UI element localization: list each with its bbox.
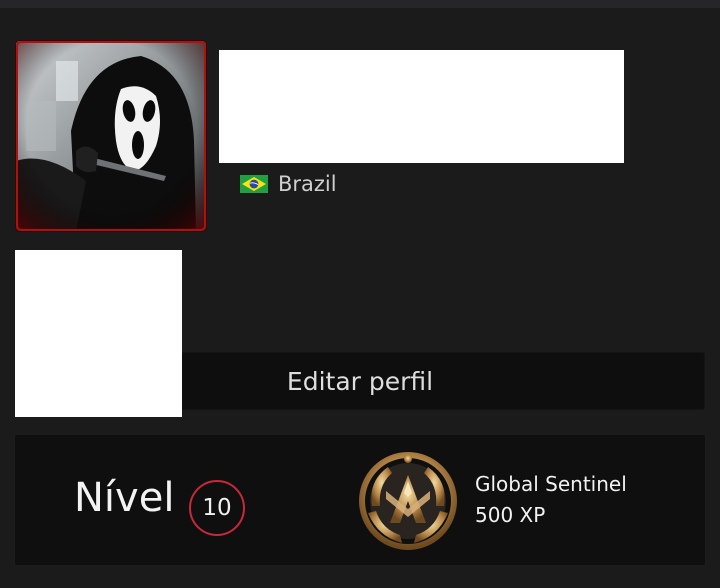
country-label: Brazil	[278, 172, 337, 196]
country-info: Brazil	[240, 171, 337, 197]
global-sentinel-emblem-icon	[359, 452, 457, 550]
edit-profile-label: Editar perfil	[286, 366, 434, 396]
rank-name: Global Sentinel	[475, 472, 627, 496]
top-bar	[0, 0, 720, 8]
level-badge: 10	[189, 480, 245, 536]
rank-xp: 500 XP	[475, 503, 546, 527]
level-card: Nível 10 Global Sentinel 500 XP	[15, 435, 705, 565]
brazil-flag-icon	[240, 175, 268, 193]
ghostface-avatar-image	[16, 41, 206, 231]
level-value: 10	[202, 495, 232, 521]
level-label: Nível	[74, 475, 175, 521]
profile-avatar[interactable]	[16, 41, 206, 231]
redacted-block	[15, 250, 182, 417]
username-redacted	[219, 50, 624, 163]
